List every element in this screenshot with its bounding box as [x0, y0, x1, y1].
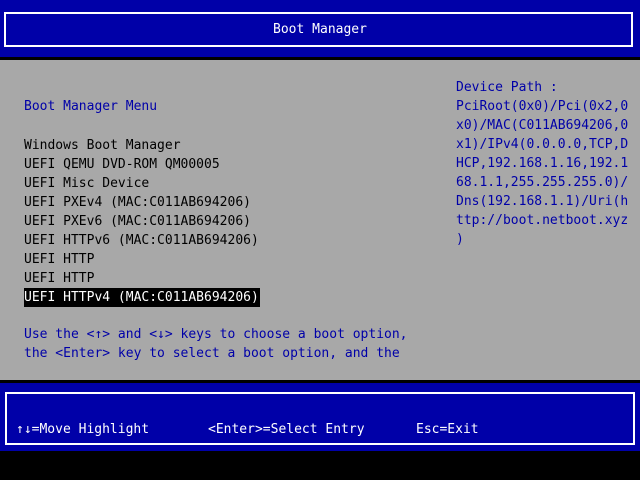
help-line: Use the <↑> and <↓> keys to choose a boo… [24, 327, 408, 342]
device-path-panel: Device Path : PciRoot(0x0)/Pci(0x2,0 x0)… [456, 78, 636, 249]
boot-option-http-2[interactable]: UEFI HTTP [24, 269, 95, 288]
boot-option-httpv6[interactable]: UEFI HTTPv6 (MAC:C011AB694206) [24, 231, 260, 250]
boot-option-http-1[interactable]: UEFI HTTP [24, 250, 95, 269]
boot-option-httpv4[interactable]: UEFI HTTPv4 (MAC:C011AB694206) [24, 288, 260, 307]
boot-option-list: Windows Boot Manager UEFI QEMU DVD-ROM Q… [24, 136, 260, 307]
boot-option-pxev6[interactable]: UEFI PXEv6 (MAC:C011AB694206) [24, 212, 252, 231]
device-path-title: Device Path : [456, 80, 558, 95]
device-path-line: ttp://boot.netboot.xyz [456, 213, 629, 228]
device-path-line: HCP,192.168.1.16,192.1 [456, 156, 629, 171]
menu-title: Boot Manager Menu [24, 99, 158, 114]
select-entry-hint: <Enter>=Select Entry [208, 422, 365, 437]
device-path-line: ) [456, 232, 464, 247]
boot-option-misc-device[interactable]: UEFI Misc Device [24, 174, 150, 193]
device-path-line: PciRoot(0x0)/Pci(0x2,0 [456, 99, 629, 114]
move-highlight-hint: ↑↓=Move Highlight [16, 422, 150, 437]
help-text: Use the <↑> and <↓> keys to choose a boo… [24, 325, 434, 363]
bios-screen: Boot Manager Boot Manager Menu Windows B… [0, 0, 640, 480]
boot-option-pxev4[interactable]: UEFI PXEv4 (MAC:C011AB694206) [24, 193, 252, 212]
device-path-line: x0)/MAC(C011AB694206,0 [456, 118, 629, 133]
device-path-line: Dns(192.168.1.1)/Uri(h [456, 194, 629, 209]
device-path-line: 68.1.1,255.255.255.0)/ [456, 175, 629, 190]
help-line: the <Enter> key to select a boot option,… [24, 346, 400, 361]
exit-hint: Esc=Exit [416, 422, 479, 437]
boot-option-windows-boot-manager[interactable]: Windows Boot Manager [24, 136, 182, 155]
device-path-line: x1)/IPv4(0.0.0.0,TCP,D [456, 137, 629, 152]
page-title: Boot Manager [273, 22, 367, 37]
boot-option-qemu-dvd-rom[interactable]: UEFI QEMU DVD-ROM QM00005 [24, 155, 221, 174]
